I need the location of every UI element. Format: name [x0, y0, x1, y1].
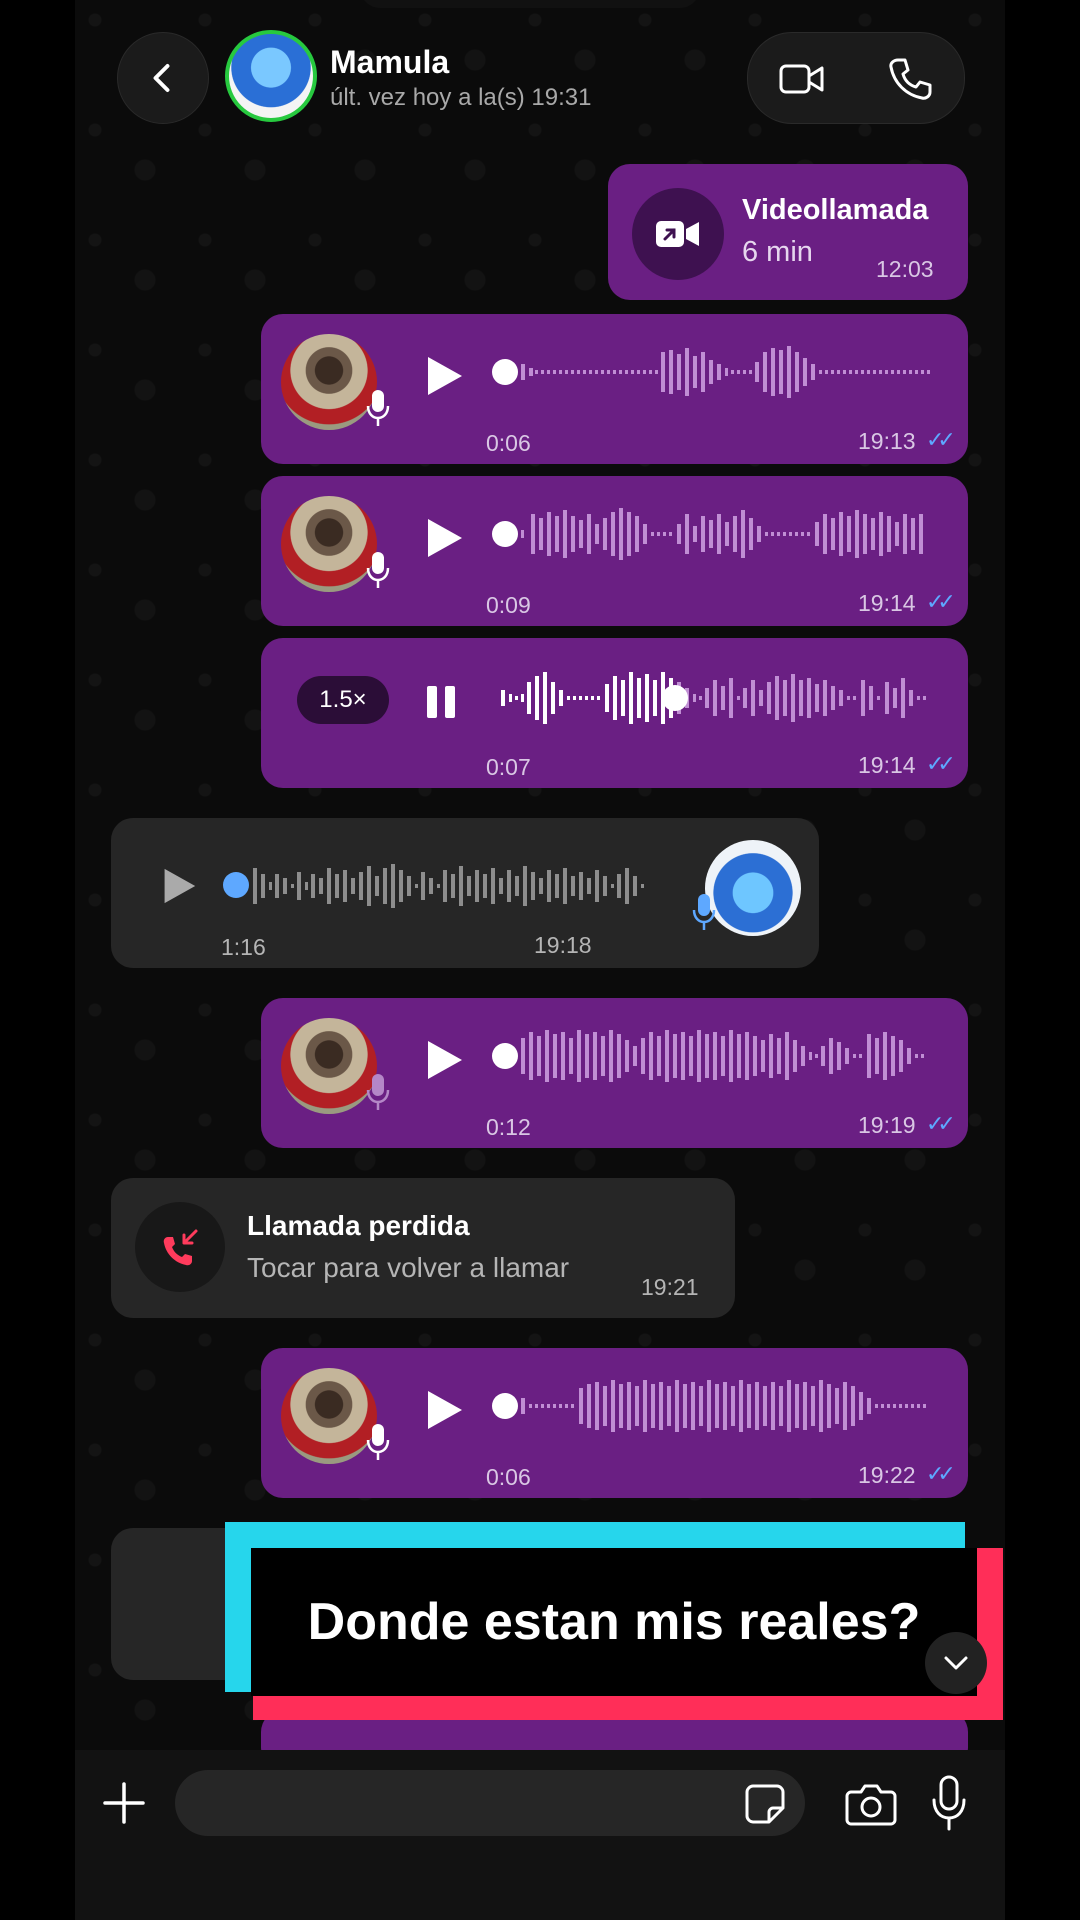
- message-time: 12:03: [876, 256, 934, 282]
- playback-position-dot[interactable]: [492, 1393, 518, 1419]
- microphone-icon: [366, 1074, 390, 1110]
- chat-screen: Mamula últ. vez hoy a la(s) 19:31 Videol…: [75, 0, 1005, 1920]
- voice-message[interactable]: 0:09 19:14 ✓✓: [261, 476, 968, 626]
- video-caption: Donde estan mis reales?: [225, 1520, 1005, 1720]
- videocall-duration: 6 min: [742, 236, 813, 268]
- missed-call-icon: [135, 1202, 225, 1292]
- sender-avatar: [281, 1018, 377, 1114]
- voice-message[interactable]: 0:06 19:13 ✓✓: [261, 314, 968, 464]
- missed-call-subtitle: Tocar para volver a llamar: [247, 1252, 570, 1283]
- sticker-icon[interactable]: [743, 1782, 787, 1826]
- voice-duration: 0:07: [486, 754, 531, 780]
- playback-speed-button[interactable]: 1.5×: [297, 676, 389, 724]
- call-actions: [747, 32, 965, 124]
- voice-duration: 1:16: [221, 934, 266, 960]
- playback-position-dot[interactable]: [492, 1043, 518, 1069]
- microphone-icon: [692, 894, 716, 930]
- message-time: 19:22: [858, 1462, 916, 1488]
- videocall-message[interactable]: Videollamada 6 min 12:03: [608, 164, 968, 300]
- waveform: [521, 1380, 926, 1432]
- message-time: 19:13: [858, 428, 916, 454]
- microphone-icon: [366, 1424, 390, 1460]
- read-ticks: ✓✓: [926, 427, 956, 452]
- message-time: 19:14: [858, 590, 916, 616]
- microphone-icon: [366, 552, 390, 588]
- incoming-voice-message[interactable]: 1:16 19:18: [111, 818, 819, 968]
- play-icon[interactable]: [424, 354, 464, 398]
- composer-bar: [75, 1750, 1005, 1920]
- voice-duration: 0:06: [486, 1464, 531, 1490]
- last-seen-status: últ. vez hoy a la(s) 19:31: [330, 84, 592, 111]
- playback-position-dot[interactable]: [223, 872, 249, 898]
- camera-icon[interactable]: [845, 1780, 897, 1828]
- read-ticks: ✓✓: [926, 1111, 956, 1136]
- device-notch: [360, 0, 700, 8]
- voice-duration: 0:09: [486, 592, 531, 618]
- back-icon: [153, 64, 170, 92]
- microphone-icon: [366, 390, 390, 426]
- missed-call-message[interactable]: Llamada perdida Tocar para volver a llam…: [111, 1178, 735, 1318]
- read-ticks: ✓✓: [926, 1461, 956, 1486]
- video-camera-icon[interactable]: [778, 55, 826, 103]
- back-button[interactable]: [117, 32, 209, 124]
- waveform: [501, 672, 926, 724]
- plus-icon[interactable]: [101, 1780, 147, 1826]
- waveform: [521, 508, 923, 560]
- contact-name[interactable]: Mamula: [330, 44, 449, 81]
- playback-position-dot[interactable]: [492, 359, 518, 385]
- missed-call-title: Llamada perdida: [247, 1210, 470, 1241]
- videocall-title: Videollamada: [742, 194, 929, 226]
- voice-duration: 0:06: [486, 430, 531, 456]
- sender-avatar: [281, 496, 377, 592]
- message-time: 19:18: [534, 932, 592, 958]
- contact-avatar[interactable]: [225, 30, 317, 122]
- waveform: [521, 1030, 924, 1082]
- waveform: [521, 346, 930, 398]
- phone-icon[interactable]: [886, 55, 934, 103]
- sender-avatar: [705, 840, 801, 936]
- play-icon[interactable]: [424, 1388, 464, 1432]
- message-time: 19:21: [641, 1274, 699, 1300]
- voice-message[interactable]: 0:12 19:19 ✓✓: [261, 998, 968, 1148]
- microphone-icon[interactable]: [931, 1774, 967, 1832]
- voice-message[interactable]: 0:06 19:22 ✓✓: [261, 1348, 968, 1498]
- read-ticks: ✓✓: [926, 589, 956, 614]
- scroll-to-bottom-button[interactable]: [925, 1632, 987, 1694]
- read-ticks: ✓✓: [926, 751, 956, 776]
- playback-position-dot[interactable]: [492, 521, 518, 547]
- sender-avatar: [281, 334, 377, 430]
- sender-avatar: [281, 1368, 377, 1464]
- message-input[interactable]: [175, 1770, 805, 1836]
- play-icon[interactable]: [161, 866, 197, 906]
- play-icon[interactable]: [424, 516, 464, 560]
- message-time: 19:14: [858, 752, 916, 778]
- play-icon[interactable]: [424, 1038, 464, 1082]
- voice-message-playing[interactable]: 1.5× 0:07 19:14 ✓✓: [261, 638, 968, 788]
- chevron-down-icon: [944, 1656, 968, 1670]
- message-time: 19:19: [858, 1112, 916, 1138]
- waveform: [253, 864, 644, 908]
- pause-icon[interactable]: [424, 680, 458, 724]
- voice-duration: 0:12: [486, 1114, 531, 1140]
- video-call-icon: [632, 188, 724, 280]
- caption-text: Donde estan mis reales?: [251, 1548, 977, 1696]
